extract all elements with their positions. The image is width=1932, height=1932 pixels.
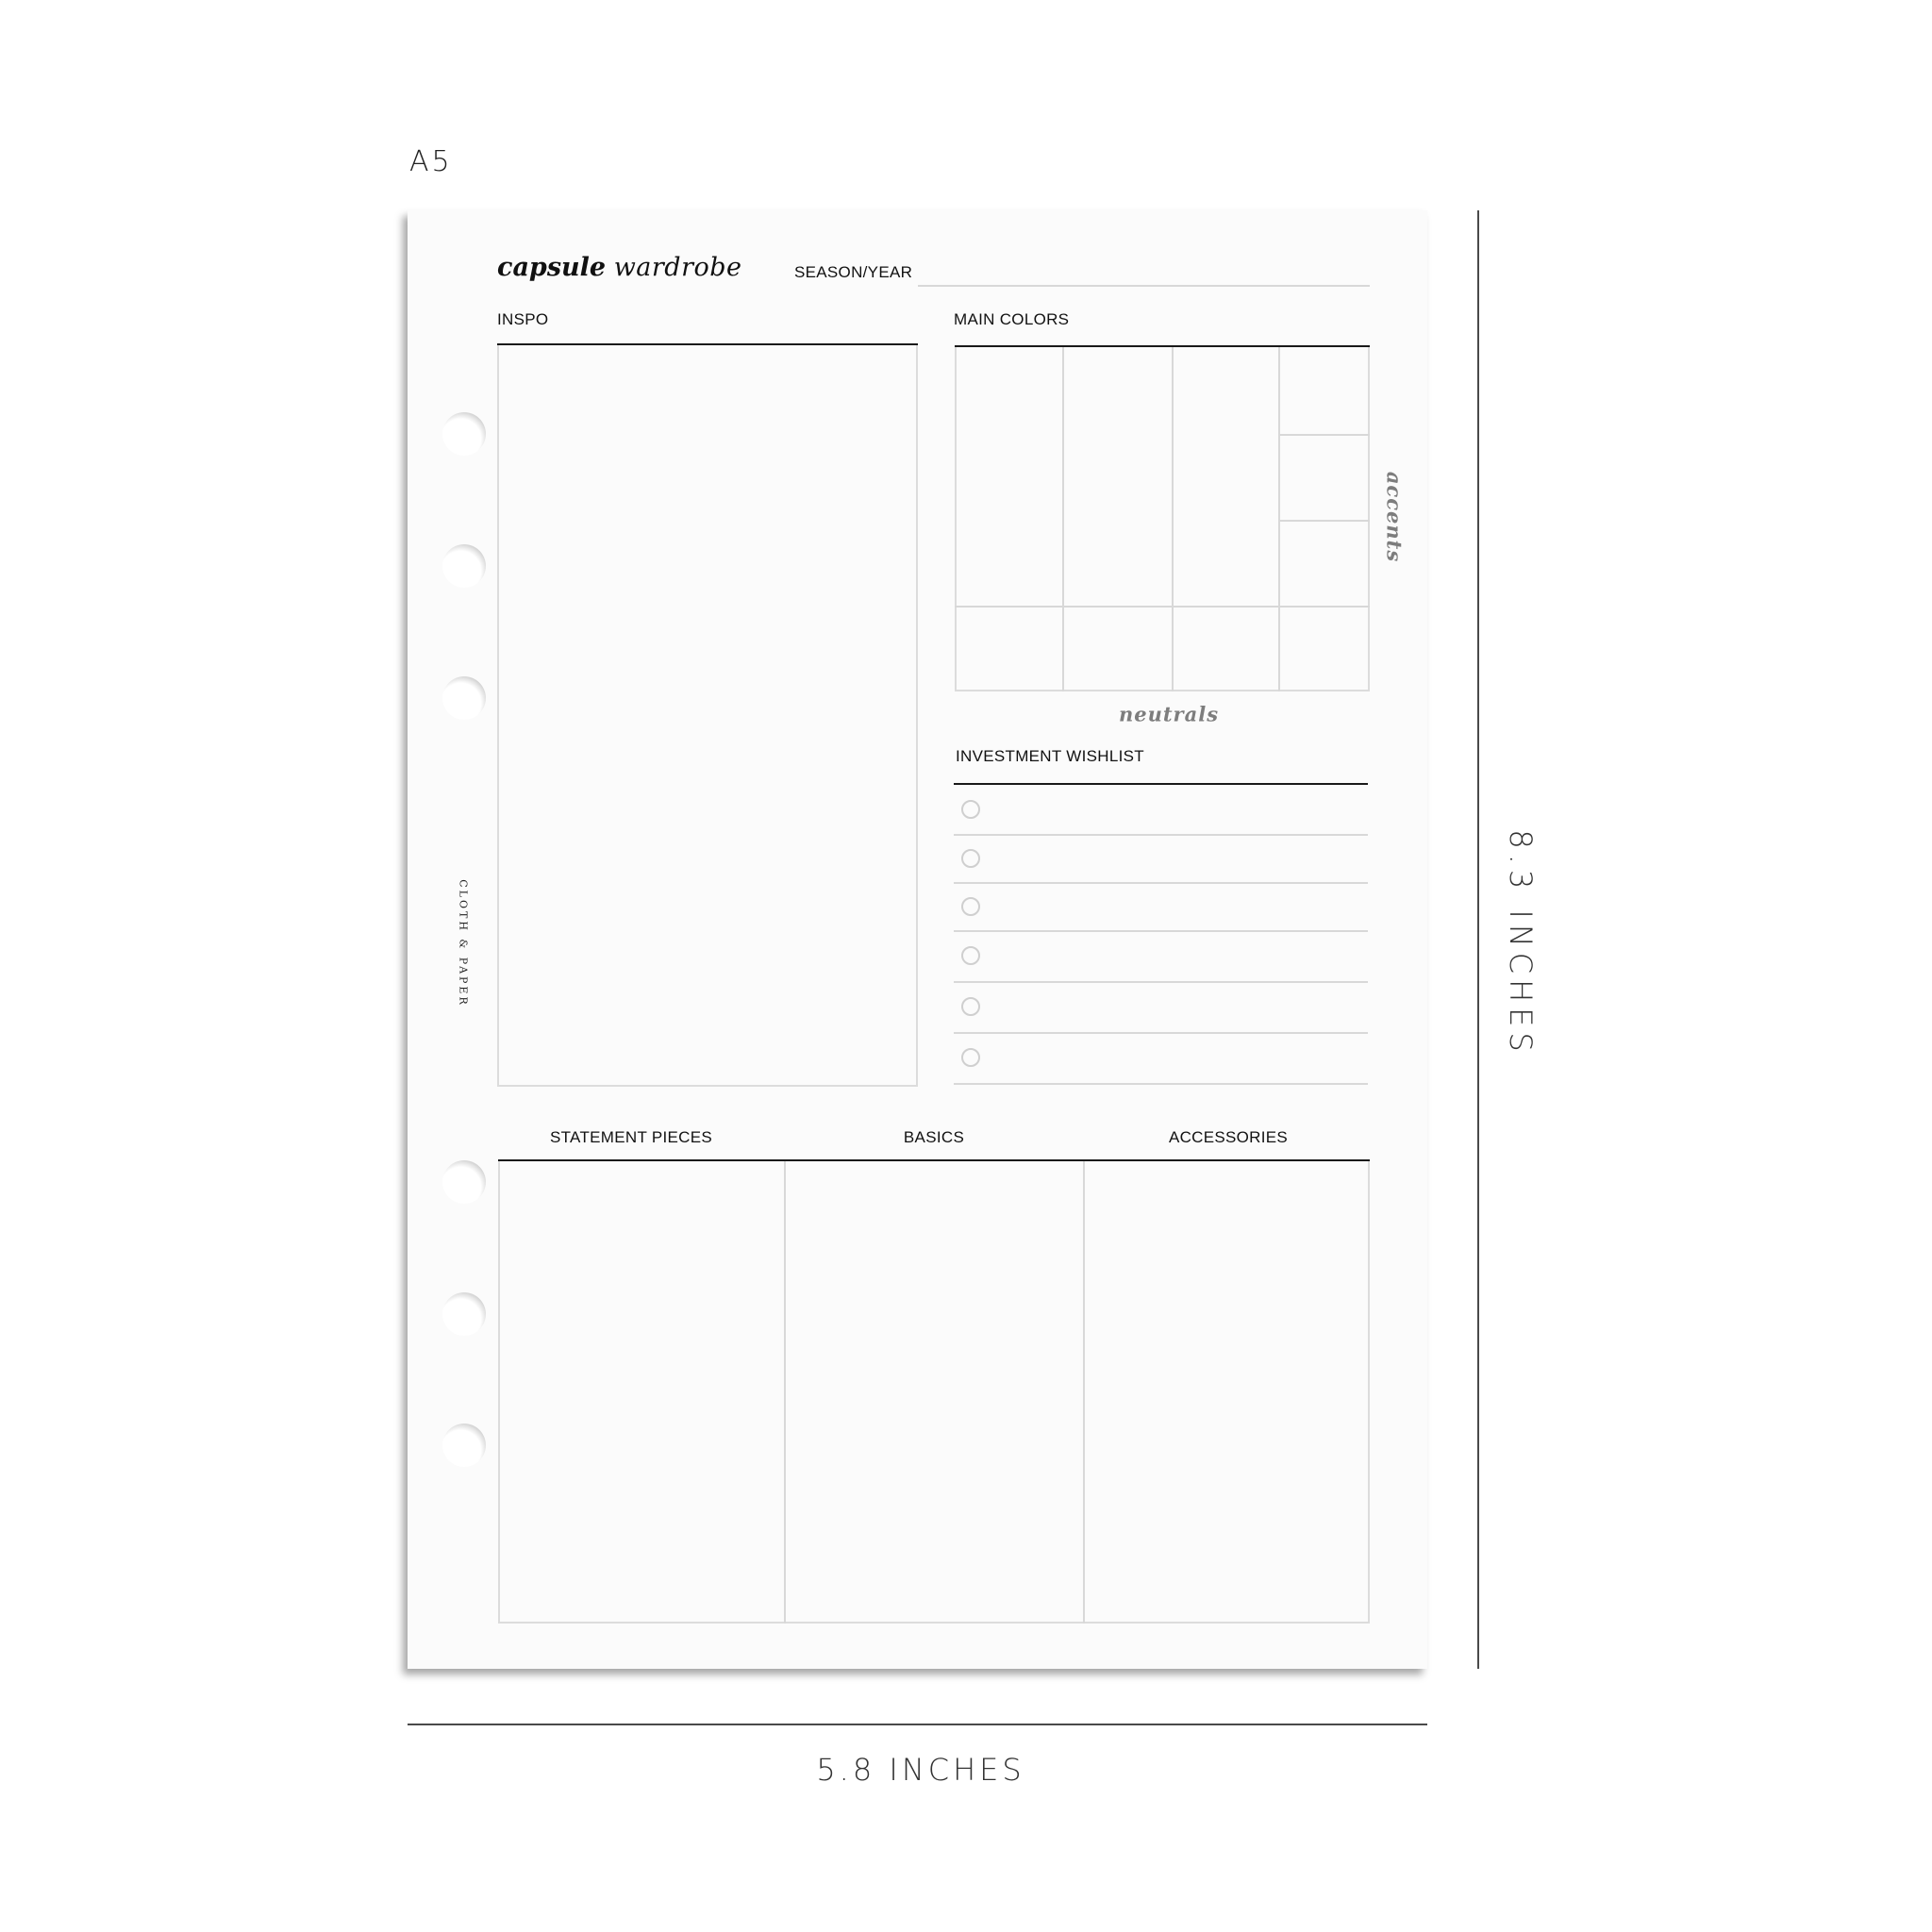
season-year-label: SEASON/YEAR — [794, 263, 913, 281]
basics-area[interactable] — [786, 1161, 1083, 1622]
wishlist-label: INVESTMENT WISHLIST — [956, 747, 1144, 765]
wishlist-item[interactable] — [954, 786, 1368, 834]
statement-pieces-area[interactable] — [500, 1161, 784, 1622]
column-header-accessories: ACCESSORIES — [1168, 1128, 1289, 1146]
neutrals-label: neutrals — [1118, 702, 1220, 726]
punch-hole — [442, 1424, 486, 1467]
punch-hole — [442, 412, 486, 456]
checkbox-circle-icon[interactable] — [961, 946, 980, 965]
wishlist-item[interactable] — [954, 836, 1368, 882]
punch-hole — [442, 544, 486, 588]
page-title-light: wardrobe — [613, 253, 742, 282]
brand-mark: CLOTH & PAPER — [457, 879, 470, 1008]
color-swatch[interactable] — [955, 347, 1062, 606]
page-title: capsule wardrobe — [497, 253, 742, 282]
accessories-area[interactable] — [1085, 1161, 1368, 1622]
page-title-bold: capsule — [497, 253, 607, 282]
planner-content: CLOTH & PAPER capsule wardrobe SEASON/YE… — [0, 0, 1932, 1932]
season-year-field[interactable] — [918, 285, 1370, 287]
column-header-statement-pieces: STATEMENT PIECES — [550, 1128, 712, 1146]
inspo-label: INSPO — [497, 310, 549, 328]
inspo-box[interactable] — [497, 345, 918, 1087]
neutral-swatch[interactable] — [1064, 608, 1172, 691]
color-swatch[interactable] — [1064, 347, 1172, 606]
main-colors-label: MAIN COLORS — [954, 310, 1070, 328]
checkbox-circle-icon[interactable] — [961, 897, 980, 916]
punch-hole — [442, 676, 486, 720]
wishlist-item[interactable] — [954, 884, 1368, 930]
column-header-basics: BASICS — [903, 1128, 965, 1146]
accent-swatch[interactable] — [1280, 347, 1370, 434]
accent-swatch[interactable] — [1280, 522, 1370, 606]
accents-label: accents — [1382, 471, 1407, 563]
punch-hole — [442, 1160, 486, 1204]
checkbox-circle-icon[interactable] — [961, 800, 980, 819]
punch-hole — [442, 1292, 486, 1336]
checkbox-circle-icon[interactable] — [961, 997, 980, 1016]
wishlist-rule — [954, 783, 1368, 785]
color-swatch[interactable] — [1174, 347, 1278, 606]
neutral-swatch[interactable] — [955, 608, 1062, 691]
wishlist-item[interactable] — [954, 983, 1368, 1032]
accent-swatch[interactable] — [1280, 436, 1370, 520]
wishlist-line — [954, 1083, 1368, 1085]
checkbox-circle-icon[interactable] — [961, 1048, 980, 1067]
neutral-swatch[interactable] — [1280, 608, 1370, 691]
neutral-swatch[interactable] — [1174, 608, 1278, 691]
checkbox-circle-icon[interactable] — [961, 849, 980, 868]
wishlist-item[interactable] — [954, 1034, 1368, 1083]
wishlist-item[interactable] — [954, 932, 1368, 981]
